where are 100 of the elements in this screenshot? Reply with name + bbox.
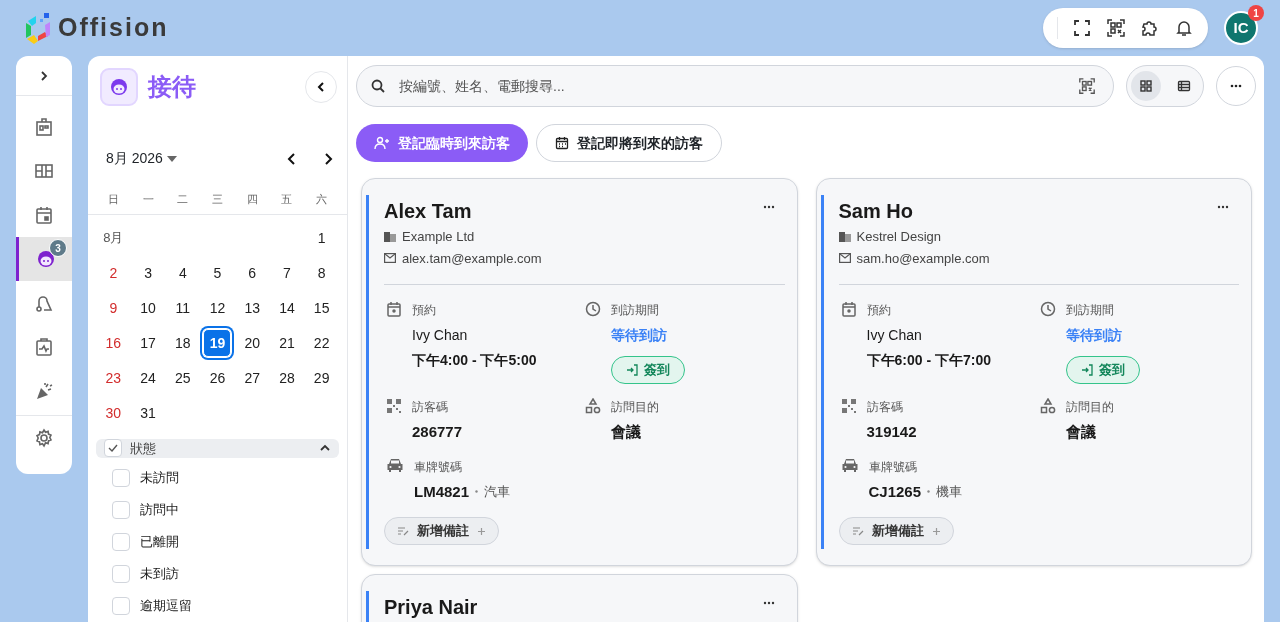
- checkbox[interactable]: [112, 501, 130, 519]
- dot-icon: [927, 490, 931, 494]
- calendar-day[interactable]: 17: [134, 329, 163, 357]
- note-icon: [851, 526, 864, 536]
- license-plate: LM4821: [414, 481, 470, 502]
- calendar-day[interactable]: 6: [238, 259, 267, 287]
- bell-icon[interactable]: [1174, 18, 1194, 38]
- calendar-day[interactable]: 24: [134, 364, 163, 392]
- qr-scan-icon[interactable]: [1106, 18, 1126, 38]
- email-address: sam.ho@example.com: [856, 249, 990, 268]
- field-label: 車牌號碼: [868, 458, 918, 476]
- calendar-day[interactable]: 7: [272, 259, 301, 287]
- calendar-day[interactable]: 26: [203, 364, 232, 392]
- calendar-day[interactable]: 8: [307, 259, 336, 287]
- nav-item[interactable]: 3: [16, 237, 72, 281]
- clock-icon: [585, 301, 602, 317]
- filter-label: 狀態: [130, 439, 156, 458]
- calendar-day[interactable]: 19: [203, 329, 232, 357]
- add-note-button[interactable]: 新增備註: [838, 517, 954, 545]
- weekday-label: 六: [316, 192, 328, 207]
- caret-icon: [166, 155, 177, 162]
- calendar-day[interactable]: 21: [272, 329, 301, 357]
- sign-in-icon: [626, 364, 639, 376]
- calendar-day[interactable]: 18: [168, 329, 197, 357]
- checkbox[interactable]: [104, 439, 122, 458]
- grid-icon: [1139, 79, 1153, 93]
- plus-icon: [477, 526, 486, 536]
- field-label: 訪客碼: [866, 399, 904, 416]
- calendar-day[interactable]: 16: [99, 329, 128, 357]
- search-field[interactable]: 按編號、姓名、電郵搜尋...: [356, 65, 1114, 107]
- calendar-day[interactable]: 12: [203, 294, 232, 322]
- calendar-day[interactable]: 27: [238, 364, 267, 392]
- qr-scan-icon[interactable]: [1078, 77, 1096, 95]
- check-in-button[interactable]: 簽到: [1065, 356, 1140, 384]
- visit-time: 下午4:00 - 下午5:00: [412, 351, 537, 370]
- checkbox[interactable]: [112, 533, 130, 551]
- add-upcoming-button[interactable]: 登記即將到來的訪客: [536, 124, 722, 162]
- visit-time: 下午6:00 - 下午7:00: [866, 351, 991, 370]
- clipboard-pulse-icon: [34, 337, 54, 357]
- count-badge: 3: [49, 239, 67, 257]
- visitor-code: 286777: [412, 422, 463, 442]
- more-icon[interactable]: [762, 601, 775, 605]
- chevron-up-icon[interactable]: [319, 444, 331, 453]
- mail-icon: [384, 253, 396, 264]
- visitor-icon: [109, 78, 129, 96]
- visit-status: 等待到訪: [611, 326, 669, 345]
- visit-status: 等待到訪: [1065, 326, 1123, 345]
- add-note-button[interactable]: 新增備註: [384, 517, 499, 545]
- vehicle-type: 汽車: [484, 483, 511, 501]
- calendar-day[interactable]: 10: [134, 294, 163, 322]
- calendar-day[interactable]: 5: [203, 259, 232, 287]
- checkbox[interactable]: [112, 565, 130, 583]
- calendar-day[interactable]: 14: [272, 294, 301, 322]
- add-person-icon: [374, 136, 390, 150]
- add-walk-in-button[interactable]: 登記臨時到來訪客: [356, 124, 528, 162]
- plus-icon: [931, 526, 941, 536]
- check-icon: [108, 444, 118, 453]
- calendar-day[interactable]: 11: [168, 294, 197, 322]
- calendar-day[interactable]: 23: [99, 364, 128, 392]
- calendar-day[interactable]: 1: [307, 224, 336, 252]
- more-icon[interactable]: [762, 205, 775, 209]
- calendar-day[interactable]: 25: [168, 364, 197, 392]
- filter-header[interactable]: 狀態: [96, 438, 339, 458]
- logo-text: Offision: [58, 12, 169, 44]
- calendar-icon: [386, 301, 402, 317]
- fullscreen-icon[interactable]: [1072, 18, 1092, 38]
- calendar-day[interactable]: 4: [168, 259, 197, 287]
- field-label: 訪客碼: [412, 399, 449, 416]
- calendar-day[interactable]: 3: [134, 259, 163, 287]
- note-icon: [397, 526, 409, 536]
- calendar-day[interactable]: 9: [99, 294, 128, 322]
- more-icon[interactable]: [1217, 205, 1229, 209]
- calendar-day[interactable]: 31: [134, 399, 163, 427]
- license-plate: CJ1265: [868, 481, 922, 502]
- puzzle-icon[interactable]: [1140, 18, 1160, 38]
- calendar-day[interactable]: 2: [99, 259, 128, 287]
- visitor-name: Sam Ho: [838, 199, 913, 223]
- calendar-day[interactable]: 28: [272, 364, 301, 392]
- weekday-label: 二: [177, 192, 189, 207]
- calendar-day[interactable]: 13: [238, 294, 267, 322]
- company-name: Kestrel Design: [856, 228, 942, 246]
- building-icon: [838, 231, 851, 243]
- calendar-day[interactable]: 30: [99, 399, 128, 427]
- checkbox[interactable]: [112, 469, 130, 487]
- calendar-day[interactable]: 15: [307, 294, 336, 322]
- check-in-button[interactable]: 簽到: [611, 356, 686, 384]
- calendar-day[interactable]: 22: [307, 329, 336, 357]
- view-toggle-button[interactable]: [1131, 71, 1161, 101]
- calendar-icon: [555, 136, 569, 150]
- vehicle-type: 機車: [936, 483, 963, 501]
- expand-icon[interactable]: [38, 69, 50, 82]
- calendar-day[interactable]: 20: [238, 329, 267, 357]
- field-label: 車牌號碼: [414, 458, 463, 476]
- checkbox[interactable]: [112, 597, 130, 615]
- calendar-day[interactable]: 29: [307, 364, 336, 392]
- qr-code-icon: [386, 398, 402, 414]
- visit-purpose: 會議: [611, 422, 643, 442]
- month-picker[interactable]: 8月 2026: [106, 148, 177, 169]
- shapes-icon: [1039, 398, 1056, 414]
- building-icon: [384, 231, 396, 243]
